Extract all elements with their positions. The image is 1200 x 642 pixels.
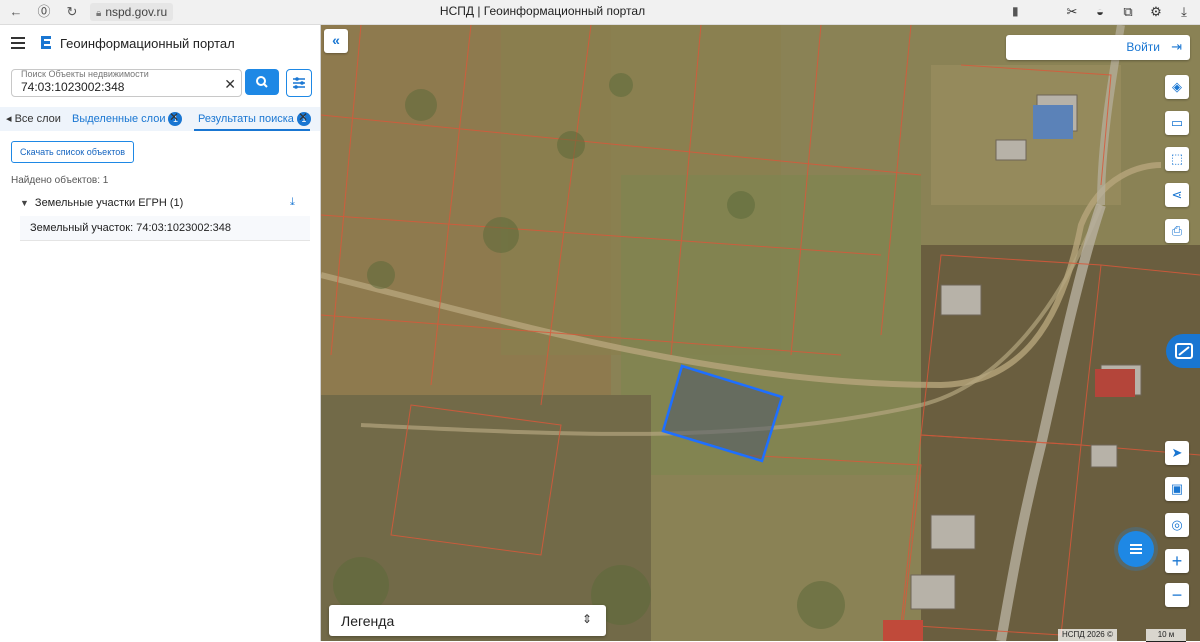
result-group-label: Земельные участки ЕГРН (1) (34, 197, 184, 209)
location-icon: ◎ (1171, 517, 1183, 532)
ruler-button[interactable]: ▭ (1165, 111, 1189, 135)
extensions-puzzle-icon[interactable]: ⧉ (1120, 4, 1136, 20)
tab-search-results[interactable]: Результаты поиска 1 (198, 112, 311, 126)
active-tab-indicator (194, 129, 310, 131)
clear-icon[interactable]: ✕ (224, 77, 236, 91)
close-results-tab-icon[interactable]: ✕ (298, 110, 308, 124)
filter-button[interactable] (286, 69, 312, 97)
group-download-icon[interactable]: ⤓ (290, 196, 295, 209)
zoom-in-button[interactable]: + (1165, 549, 1189, 573)
tab-selected-layers[interactable]: Выделенные слои 1 (72, 112, 183, 126)
location-button[interactable]: ◎ (1165, 513, 1189, 537)
share-icon: ⋖ (1171, 187, 1183, 202)
share-button[interactable]: ⋖ (1165, 183, 1189, 207)
map-attribution: НСПД 2026 © (1058, 629, 1117, 641)
settings-icon[interactable]: ⚙ (1148, 4, 1164, 20)
plus-icon: + (1171, 551, 1183, 571)
tab-results-label: Результаты поиска (198, 113, 294, 125)
chevron-down-icon: ▼ (20, 198, 29, 208)
ruler-icon: ▭ (1170, 115, 1184, 130)
zoom-out-button[interactable]: − (1165, 583, 1189, 607)
bookmark-icon[interactable]: ▮ (1012, 4, 1019, 18)
legend-dropdown[interactable]: Легенда ⇕ (329, 605, 606, 636)
print-button[interactable]: ⎙ (1165, 219, 1189, 243)
chat-icon (1130, 544, 1142, 554)
select-area-button[interactable]: ⬚ (1165, 147, 1189, 171)
layers-icon: ◈ (1172, 79, 1182, 94)
login-label: Войти (1126, 40, 1160, 54)
search-value: 74:03:1023002:348 (21, 80, 125, 94)
left-panel: Геоинформационный портал Поиск Объекты н… (0, 25, 321, 641)
extension-icon[interactable]: ✂ (1064, 4, 1080, 20)
profile-icon[interactable]: ◒ (1092, 4, 1108, 20)
locate-icon: ➤ (1171, 445, 1183, 460)
list-item[interactable]: Земельный участок: 74:03:1023002:348 (20, 216, 310, 241)
download-icon[interactable]: ⤓ (1176, 4, 1192, 20)
basemap-icon: ▣ (1170, 481, 1184, 496)
side-panel-tab[interactable] (1166, 334, 1200, 368)
download-list-button[interactable]: Скачать список объектов (11, 141, 135, 163)
select-area-icon: ⬚ (1170, 151, 1184, 166)
portal-logo-icon (41, 36, 51, 49)
search-input[interactable]: Поиск Объекты недвижимости 74:03:1023002… (11, 69, 242, 97)
found-count: Найдено объектов: 1 (11, 175, 109, 186)
legend-label: Легенда (341, 613, 395, 629)
locate-button[interactable]: ➤ (1165, 441, 1189, 465)
document-icon (1175, 343, 1193, 359)
basemap-button[interactable]: ▣ (1165, 477, 1189, 501)
login-icon: ⇥ (1171, 39, 1182, 54)
browser-toolbar: ← ⓪ ↻ 🔒︎ nspd.gov.ru НСПД | Геоинформацио… (0, 0, 1200, 25)
login-button[interactable]: Войти ⇥ (1006, 35, 1190, 60)
menu-icon[interactable] (11, 37, 25, 49)
scale-bar: 10 м (1146, 629, 1186, 642)
portal-title: Геоинформационный портал (60, 36, 235, 51)
chat-button[interactable] (1118, 531, 1154, 567)
result-item-label: Земельный участок: 74:03:1023002:348 (30, 222, 232, 234)
search-label: Поиск Объекты недвижимости (21, 69, 149, 79)
filter-sliders-icon (293, 77, 305, 89)
minus-icon: − (1171, 585, 1183, 605)
tab-selected-label: Выделенные слои (72, 113, 166, 125)
satellite-map (321, 25, 1200, 641)
map-view[interactable] (321, 25, 1200, 641)
close-selected-tab-icon[interactable]: ✕ (169, 110, 179, 124)
layers-button[interactable]: ◈ (1165, 75, 1189, 99)
tab-bar: ◂ Все слои Выделенные слои 1 ✕ Результаты… (0, 107, 320, 131)
search-button[interactable] (245, 69, 279, 95)
chevron-updown-icon: ⇕ (581, 612, 592, 626)
tab-all-layers[interactable]: ◂ Все слои (6, 112, 61, 125)
result-group-header[interactable]: ▼ Земельные участки ЕГРН (1) (20, 197, 183, 209)
collapse-panel-button[interactable]: « (324, 29, 348, 53)
page-tab-title: НСПД | Геоинформационный портал (439, 4, 646, 18)
print-icon: ⎙ (1171, 223, 1183, 238)
search-icon (256, 76, 268, 88)
